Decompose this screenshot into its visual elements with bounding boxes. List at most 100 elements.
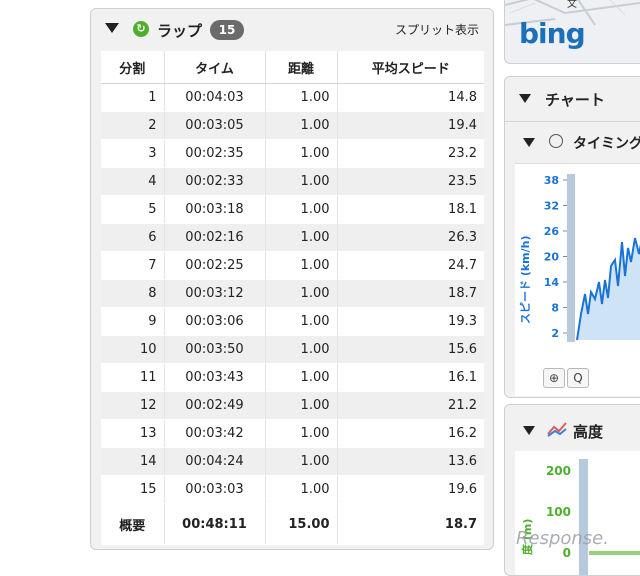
altitude-tick-label: 100 [546, 505, 571, 519]
column-header-time[interactable]: タイム [163, 51, 265, 84]
timing-chart: 38 32 26 20 14 8 2 スピード (km/h) ⊕ Q [515, 163, 640, 396]
lap-avg-speed: 23.5 [336, 167, 484, 196]
lap-number: 6 [101, 223, 164, 252]
column-header-avg-speed[interactable]: 平均スピード [336, 51, 484, 84]
table-row: 8 00:03:12 1.00 18.7 [101, 279, 484, 308]
table-row: 12 00:02:49 1.00 21.2 [101, 391, 484, 420]
lap-distance: 1.00 [264, 167, 337, 196]
summary-time: 00:48:11 [163, 503, 265, 545]
lap-number: 11 [101, 363, 164, 392]
lap-avg-speed: 16.2 [336, 419, 484, 448]
altitude-icon [547, 422, 567, 437]
timing-chart-svg: 38 32 26 20 14 8 2 スピード (km/h) [519, 174, 640, 342]
laps-table-header-row: 分割 タイム 距離 平均スピード [101, 51, 484, 84]
lap-number: 13 [101, 419, 164, 448]
lap-distance: 1.00 [264, 335, 337, 364]
collapse-triangle-icon[interactable] [105, 23, 119, 33]
lap-number: 2 [101, 111, 164, 140]
zoom-out-button[interactable]: Q [567, 368, 589, 388]
lap-distance: 1.00 [264, 391, 337, 420]
speed-tick-label: 26 [544, 225, 560, 238]
lap-time: 00:03:05 [163, 111, 265, 140]
lap-distance: 1.00 [264, 195, 337, 224]
lap-time: 00:03:06 [163, 307, 265, 336]
lap-time: 00:03:12 [163, 279, 265, 308]
lap-number: 10 [101, 335, 164, 364]
lap-number: 14 [101, 447, 164, 476]
divider [505, 121, 640, 122]
speed-tick-label: 32 [544, 200, 559, 213]
zoom-in-button[interactable]: ⊕ [543, 368, 565, 388]
column-header-distance[interactable]: 距離 [264, 51, 337, 84]
chart-panel-title: チャート [545, 91, 605, 109]
lap-time: 00:02:33 [163, 167, 265, 196]
lap-distance: 1.00 [264, 83, 337, 112]
axis-band [567, 174, 575, 342]
clock-icon [549, 134, 563, 148]
chart-panel: チャート タイミング 38 32 26 20 14 8 2 スピード (km/h) ⊕ Q [504, 76, 640, 398]
lap-avg-speed: 19.3 [336, 307, 484, 336]
lap-time: 00:04:03 [163, 83, 265, 112]
speed-tick-label: 8 [551, 302, 559, 315]
lap-distance: 1.00 [264, 475, 337, 504]
table-row: 9 00:03:06 1.00 19.3 [101, 307, 484, 336]
altitude-chart-svg: 2001000 度 (m) [520, 459, 640, 575]
lap-distance: 1.00 [264, 363, 337, 392]
lap-time: 00:03:50 [163, 335, 265, 364]
lap-avg-speed: 13.6 [336, 447, 484, 476]
lap-time: 00:03:18 [163, 195, 265, 224]
altitude-collapse-icon[interactable] [523, 426, 535, 435]
lap-distance: 1.00 [264, 111, 337, 140]
lap-avg-speed: 19.4 [336, 111, 484, 140]
lap-avg-speed: 24.7 [336, 251, 484, 280]
lap-time: 00:02:25 [163, 251, 265, 280]
lap-number: 3 [101, 139, 164, 168]
timing-collapse-icon[interactable] [523, 138, 535, 147]
table-row: 3 00:02:35 1.00 23.2 [101, 139, 484, 168]
laps-panel: ↻ ラップ 15 スプリット表示 分割 タイム 距離 平均スピード 1 00:04… [90, 8, 494, 550]
bing-logo: bing [519, 17, 586, 50]
chart-collapse-icon[interactable] [519, 94, 531, 103]
summary-avg-speed: 18.7 [336, 503, 484, 545]
lap-refresh-icon: ↻ [133, 21, 149, 37]
lap-time: 00:02:49 [163, 391, 265, 420]
lap-time: 00:02:35 [163, 139, 265, 168]
lap-number: 7 [101, 251, 164, 280]
lap-time: 00:03:42 [163, 419, 265, 448]
column-header-lap[interactable]: 分割 [101, 51, 164, 84]
altitude-chart: 200 100 0 度 (m) [515, 451, 640, 575]
lap-number: 8 [101, 279, 164, 308]
table-row: 10 00:03:50 1.00 15.6 [101, 335, 484, 364]
lap-distance: 1.00 [264, 279, 337, 308]
speed-tick-label: 14 [544, 276, 560, 289]
table-row: 6 00:02:16 1.00 26.3 [101, 223, 484, 252]
alt-axis-band [579, 459, 588, 575]
response-watermark: Response. [516, 528, 609, 549]
table-row: 11 00:03:43 1.00 16.1 [101, 363, 484, 392]
timing-title: タイミング [573, 136, 640, 152]
lap-number: 15 [101, 475, 164, 504]
lap-avg-speed: 18.1 [336, 195, 484, 224]
laps-table: 分割 タイム 距離 平均スピード 1 00:04:03 1.00 14.8 2 00:03… [101, 51, 484, 545]
lap-time: 00:03:03 [163, 475, 265, 504]
lap-avg-speed: 18.7 [336, 279, 484, 308]
lap-number: 1 [101, 83, 164, 112]
altitude-title: 高度 [573, 423, 604, 441]
laps-header: ↻ ラップ 15 スプリット表示 [91, 9, 493, 49]
lap-number: 4 [101, 167, 164, 196]
table-row: 15 00:03:03 1.00 19.6 [101, 475, 484, 504]
altitude-panel: 高度 200 100 0 度 (m) [504, 404, 640, 576]
lap-avg-speed: 19.6 [336, 475, 484, 504]
lap-distance: 1.00 [264, 307, 337, 336]
table-row: 1 00:04:03 1.00 14.8 [101, 83, 484, 112]
summary-distance: 15.00 [264, 503, 337, 545]
altitude-area [589, 551, 640, 555]
table-row: 5 00:03:18 1.00 18.1 [101, 195, 484, 224]
lap-number: 5 [101, 195, 164, 224]
speed-tick-label: 38 [544, 174, 559, 187]
lap-distance: 1.00 [264, 223, 337, 252]
map-thumbnail[interactable]: 文 bing [504, 0, 640, 64]
split-view-link[interactable]: スプリット表示 [395, 21, 479, 38]
lap-distance: 1.00 [264, 447, 337, 476]
lap-avg-speed: 26.3 [336, 223, 484, 252]
